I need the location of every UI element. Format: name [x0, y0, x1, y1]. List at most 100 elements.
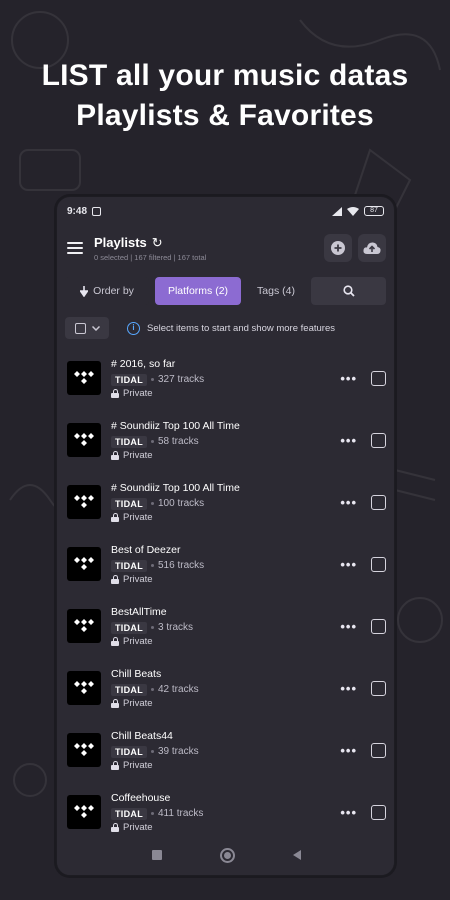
list-item[interactable]: Chill Beats TIDAL 42 tracks Private ••• [57, 657, 394, 719]
tags-filter-button[interactable]: Tags (4) [247, 277, 305, 305]
row-checkbox[interactable] [371, 804, 386, 820]
list-item[interactable]: # 2016, so far TIDAL 327 tracks Private … [57, 347, 394, 409]
privacy-label: Private [123, 387, 153, 399]
tidal-logo-icon [67, 423, 101, 457]
lock-icon [111, 822, 119, 832]
more-options-icon[interactable]: ••• [340, 619, 357, 634]
selection-summary: 0 selected | 167 filtered | 167 total [94, 252, 207, 262]
playlist-title: # 2016, so far [111, 357, 176, 370]
list-item[interactable]: Best of Deezer TIDAL 516 tracks Private … [57, 533, 394, 595]
info-bar: i Select items to start and show more fe… [57, 311, 394, 345]
track-count: 327 tracks [158, 374, 205, 385]
row-checkbox[interactable] [371, 370, 386, 386]
page-title: Playlists [94, 234, 147, 250]
chevron-down-icon [91, 325, 100, 331]
platform-badge: TIDAL [111, 373, 147, 386]
status-time: 9:48 [67, 205, 88, 217]
tidal-logo-icon [67, 733, 101, 767]
cloud-upload-icon [363, 242, 381, 254]
track-count: 39 tracks [158, 746, 199, 757]
lock-icon [111, 450, 119, 460]
phone-screen: 9:48 87 Playlists ↻ 0 selected | 167 fil… [56, 196, 395, 876]
playlist-title: Coffeehouse [111, 791, 171, 804]
more-options-icon[interactable]: ••• [340, 681, 357, 696]
list-item[interactable]: # Soundiiz Top 100 All Time TIDAL 58 tra… [57, 409, 394, 471]
platform-badge: TIDAL [111, 497, 147, 510]
signal-icon [332, 206, 342, 216]
tidal-logo-icon [67, 361, 101, 395]
refresh-icon[interactable]: ↻ [152, 236, 163, 249]
privacy-label: Private [123, 573, 153, 585]
platforms-label: Platforms (2) [167, 285, 229, 297]
more-options-icon[interactable]: ••• [340, 433, 357, 448]
platform-badge: TIDAL [111, 683, 147, 696]
list-item[interactable]: # Soundiiz Top 100 All Time TIDAL 100 tr… [57, 471, 394, 533]
lock-icon [111, 760, 119, 770]
list-item[interactable]: BestAllTime TIDAL 3 tracks Private ••• [57, 595, 394, 657]
track-count: 58 tracks [158, 436, 199, 447]
platform-badge: TIDAL [111, 559, 147, 572]
more-options-icon[interactable]: ••• [340, 805, 357, 820]
row-checkbox[interactable] [371, 618, 386, 634]
playlist-title: Chill Beats [111, 667, 162, 680]
filter-toolbar: Order by Platforms (2) Tags (4) [57, 271, 394, 311]
row-checkbox[interactable] [371, 556, 386, 572]
tidal-logo-icon [67, 547, 101, 581]
platform-badge: TIDAL [111, 435, 147, 448]
row-checkbox[interactable] [371, 494, 386, 510]
app-bar: Playlists ↻ 0 selected | 167 filtered | … [57, 225, 394, 271]
cloud-upload-button[interactable] [358, 234, 386, 262]
recents-icon[interactable] [152, 850, 162, 860]
tags-label: Tags (4) [257, 285, 295, 297]
select-all-dropdown[interactable] [65, 317, 109, 339]
search-button[interactable] [311, 277, 386, 305]
add-icon [331, 241, 345, 255]
platforms-filter-button[interactable]: Platforms (2) [155, 277, 241, 305]
tidal-logo-icon [67, 485, 101, 519]
row-checkbox[interactable] [371, 432, 386, 448]
privacy-label: Private [123, 511, 153, 523]
row-checkbox[interactable] [371, 742, 386, 758]
playlist-list: # 2016, so far TIDAL 327 tracks Private … [57, 347, 394, 843]
more-options-icon[interactable]: ••• [340, 371, 357, 386]
more-options-icon[interactable]: ••• [340, 743, 357, 758]
tidal-logo-icon [67, 795, 101, 829]
playlist-title: BestAllTime [111, 605, 167, 618]
more-options-icon[interactable]: ••• [340, 495, 357, 510]
tidal-logo-icon [67, 671, 101, 705]
platform-badge: TIDAL [111, 807, 147, 820]
headline-line-1: LIST all your music datas [41, 59, 409, 92]
row-checkbox[interactable] [371, 680, 386, 696]
privacy-label: Private [123, 449, 153, 461]
arrow-down-icon [80, 285, 89, 297]
more-options-icon[interactable]: ••• [340, 557, 357, 572]
system-nav-bar [57, 835, 394, 875]
lock-icon [111, 388, 119, 398]
lock-icon [111, 512, 119, 522]
wifi-icon [347, 206, 359, 216]
playlist-title: Best of Deezer [111, 543, 181, 556]
lock-icon [111, 574, 119, 584]
notification-icon [92, 206, 102, 216]
search-icon [342, 285, 355, 297]
promo-headline: LIST all your music datas Playlists & Fa… [0, 56, 450, 136]
add-button[interactable] [324, 234, 352, 262]
playlist-title: # Soundiiz Top 100 All Time [111, 481, 240, 494]
privacy-label: Private [123, 697, 153, 709]
menu-icon[interactable] [67, 242, 83, 254]
home-icon[interactable] [220, 847, 235, 863]
track-count: 516 tracks [158, 560, 205, 571]
lock-icon [111, 698, 119, 708]
playlist-title: # Soundiiz Top 100 All Time [111, 419, 240, 432]
track-count: 100 tracks [158, 498, 205, 509]
track-count: 3 tracks [158, 622, 194, 633]
privacy-label: Private [123, 821, 153, 833]
select-all-checkbox[interactable] [74, 322, 86, 334]
battery-icon: 87 [364, 206, 384, 216]
list-item[interactable]: Chill Beats44 TIDAL 39 tracks Private ••… [57, 719, 394, 781]
info-text: Select items to start and show more feat… [147, 322, 335, 334]
list-item[interactable]: Coffeehouse TIDAL 411 tracks Private ••• [57, 781, 394, 843]
order-by-button[interactable]: Order by [65, 277, 149, 305]
back-icon[interactable] [293, 850, 301, 860]
platform-badge: TIDAL [111, 745, 147, 758]
